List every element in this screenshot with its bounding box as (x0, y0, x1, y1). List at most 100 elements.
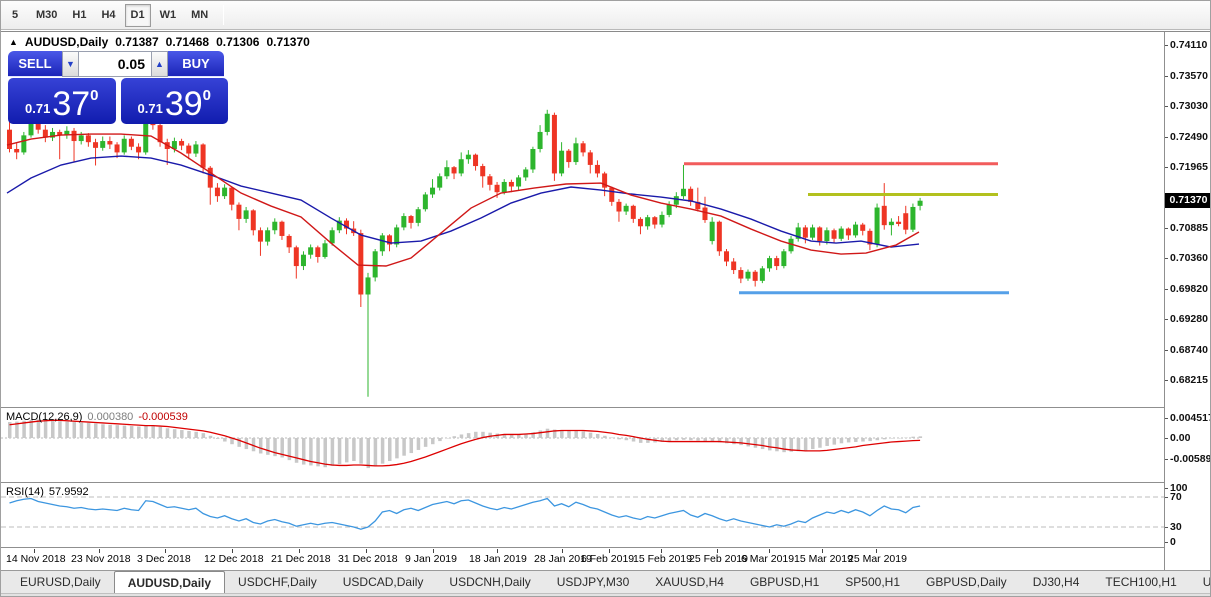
axis-tick (1165, 542, 1168, 543)
macd-histogram-bar (144, 425, 148, 438)
candle-body (666, 204, 672, 215)
tab-usdjpy-m30[interactable]: USDJPY,M30 (544, 571, 642, 593)
tab-dj30-h4[interactable]: DJ30,H4 (1020, 571, 1093, 593)
candle-body (465, 154, 471, 160)
macd-histogram-bar (172, 429, 177, 438)
candle-body (473, 154, 479, 167)
volume-increase-button[interactable]: ▲ (151, 51, 168, 77)
sell-price-panel[interactable]: 0.71 37 0 (8, 78, 116, 124)
timeframe-button-MN[interactable]: MN (185, 4, 214, 27)
axis-price-label: 0.73570 (1170, 70, 1208, 82)
tab-gbpusd-h1[interactable]: GBPUSD,H1 (737, 571, 832, 593)
ohlc-close: 0.71370 (266, 35, 310, 49)
macd-histogram-bar (689, 438, 693, 441)
axis-price-label: 0.71965 (1170, 161, 1208, 173)
sell-button[interactable]: SELL (8, 51, 62, 77)
candle-body (193, 144, 199, 154)
axis-tick (1165, 106, 1168, 107)
candle-body (408, 216, 414, 223)
macd-histogram-bar (904, 437, 908, 439)
candle-body (458, 159, 464, 174)
candle-body (501, 181, 507, 193)
candle-body (214, 187, 220, 197)
macd-histogram-bar (581, 431, 586, 438)
candle-body (838, 228, 844, 239)
value-axis[interactable]: 0.74110 0.73570 0.73030 0.72490 0.71965 0.708… (1165, 32, 1210, 571)
macd-histogram-bar (624, 438, 629, 441)
timeframe-button-H1[interactable]: H1 (66, 4, 92, 27)
macd-histogram-bar (846, 438, 851, 443)
date-label: 12 Dec 2018 (204, 553, 264, 565)
volume-input[interactable] (79, 51, 151, 77)
date-axis[interactable]: 14 Nov 2018 23 Nov 2018 3 Dec 2018 12 Dec 2… (1, 549, 1164, 571)
candle-body (329, 230, 335, 244)
axis-price-label: 0.69820 (1170, 283, 1208, 295)
candle-body (308, 247, 314, 255)
tab-gbpusd-daily[interactable]: GBPUSD,Daily (913, 571, 1020, 593)
volume-decrease-button[interactable]: ▼ (62, 51, 79, 77)
macd-histogram-bar (409, 438, 414, 454)
macd-histogram-bar (825, 438, 829, 446)
timeframe-button-5[interactable]: 5 (3, 4, 27, 27)
tab-usdcad-daily[interactable]: USDCAD,Daily (330, 571, 437, 593)
timeframe-button-D1[interactable]: D1 (124, 3, 151, 27)
axis-price-label: 0.74110 (1170, 39, 1208, 51)
chart-window[interactable]: ▲ AUDUSD,Daily 0.71387 0.71468 0.71306 0… (1, 31, 1210, 571)
timeframe-button-H4[interactable]: H4 (95, 4, 121, 27)
pane-divider[interactable] (1, 482, 1210, 484)
rsi-chart-canvas[interactable] (1, 485, 1164, 547)
macd-histogram-bar (452, 436, 457, 438)
macd-histogram-bar (674, 438, 679, 441)
candle-body (401, 216, 407, 228)
macd-histogram-bar (875, 438, 880, 441)
macd-histogram-bar (818, 438, 822, 448)
toolbar-separator (223, 5, 225, 25)
candle-body (853, 224, 859, 236)
timeframe-button-W1[interactable]: W1 (154, 4, 183, 27)
tab-xauusd-h4[interactable]: XAUUSD,H4 (642, 571, 737, 593)
date-label: 9 Jan 2019 (405, 553, 457, 565)
tab-usdchf-daily[interactable]: USDCHF,Daily (225, 571, 330, 593)
sell-price-pip: 0 (90, 87, 99, 104)
timeframe-button-M30[interactable]: M30 (30, 4, 63, 27)
macd-histogram-bar (560, 430, 564, 438)
macd-histogram-bar (380, 438, 385, 464)
tab-usdcnh-daily[interactable]: USDCNH,Daily (436, 571, 543, 593)
macd-histogram-bar (445, 438, 449, 439)
chart-title-line: ▲ AUDUSD,Daily 0.71387 0.71468 0.71306 0… (9, 35, 310, 49)
macd-histogram-bar (58, 421, 62, 438)
tab-eurusd-daily[interactable]: EURUSD,Daily (7, 571, 114, 593)
candle-body (451, 167, 457, 174)
axis-price-label: 0.70360 (1170, 252, 1208, 264)
macd-histogram-bar (459, 434, 464, 438)
macd-histogram-bar (696, 438, 700, 441)
candle-body (85, 135, 91, 143)
tab-audusd-daily[interactable]: AUDUSD,Daily (113, 571, 226, 593)
candle-body (257, 230, 263, 242)
buy-price-panel[interactable]: 0.71 39 0 (120, 78, 228, 124)
macd-histogram-bar (344, 438, 349, 463)
macd-histogram-bar (617, 438, 621, 440)
pane-divider[interactable] (1, 407, 1210, 409)
axis-price-label: 0.68215 (1170, 374, 1208, 386)
macd-histogram-bar (294, 438, 299, 463)
macd-histogram-bar (595, 434, 600, 438)
candle-body (487, 176, 493, 185)
candle-body (179, 141, 185, 146)
buy-button[interactable]: BUY (168, 51, 224, 77)
macd-histogram-bar (574, 430, 578, 438)
tab-sp500-h1[interactable]: SP500,H1 (832, 571, 913, 593)
axis-tick (1165, 527, 1168, 528)
tab-ukc[interactable]: UKC (1190, 571, 1210, 593)
tab-tech100-h1[interactable]: TECH100,H1 (1092, 571, 1189, 593)
collapse-triangle-icon[interactable]: ▲ (9, 37, 18, 47)
rsi-label: RSI(14) (6, 486, 44, 498)
candle-body (286, 235, 292, 248)
axis-tick (1165, 488, 1168, 489)
macd-histogram-bar (854, 438, 858, 442)
timeframe-toolbar: 5 M30 H1 H4 D1 W1 MN (1, 1, 1210, 30)
candle-body (7, 129, 12, 149)
macd-histogram-bar (509, 434, 514, 438)
candle-body (530, 148, 536, 170)
bottom-strip (1, 593, 1210, 596)
